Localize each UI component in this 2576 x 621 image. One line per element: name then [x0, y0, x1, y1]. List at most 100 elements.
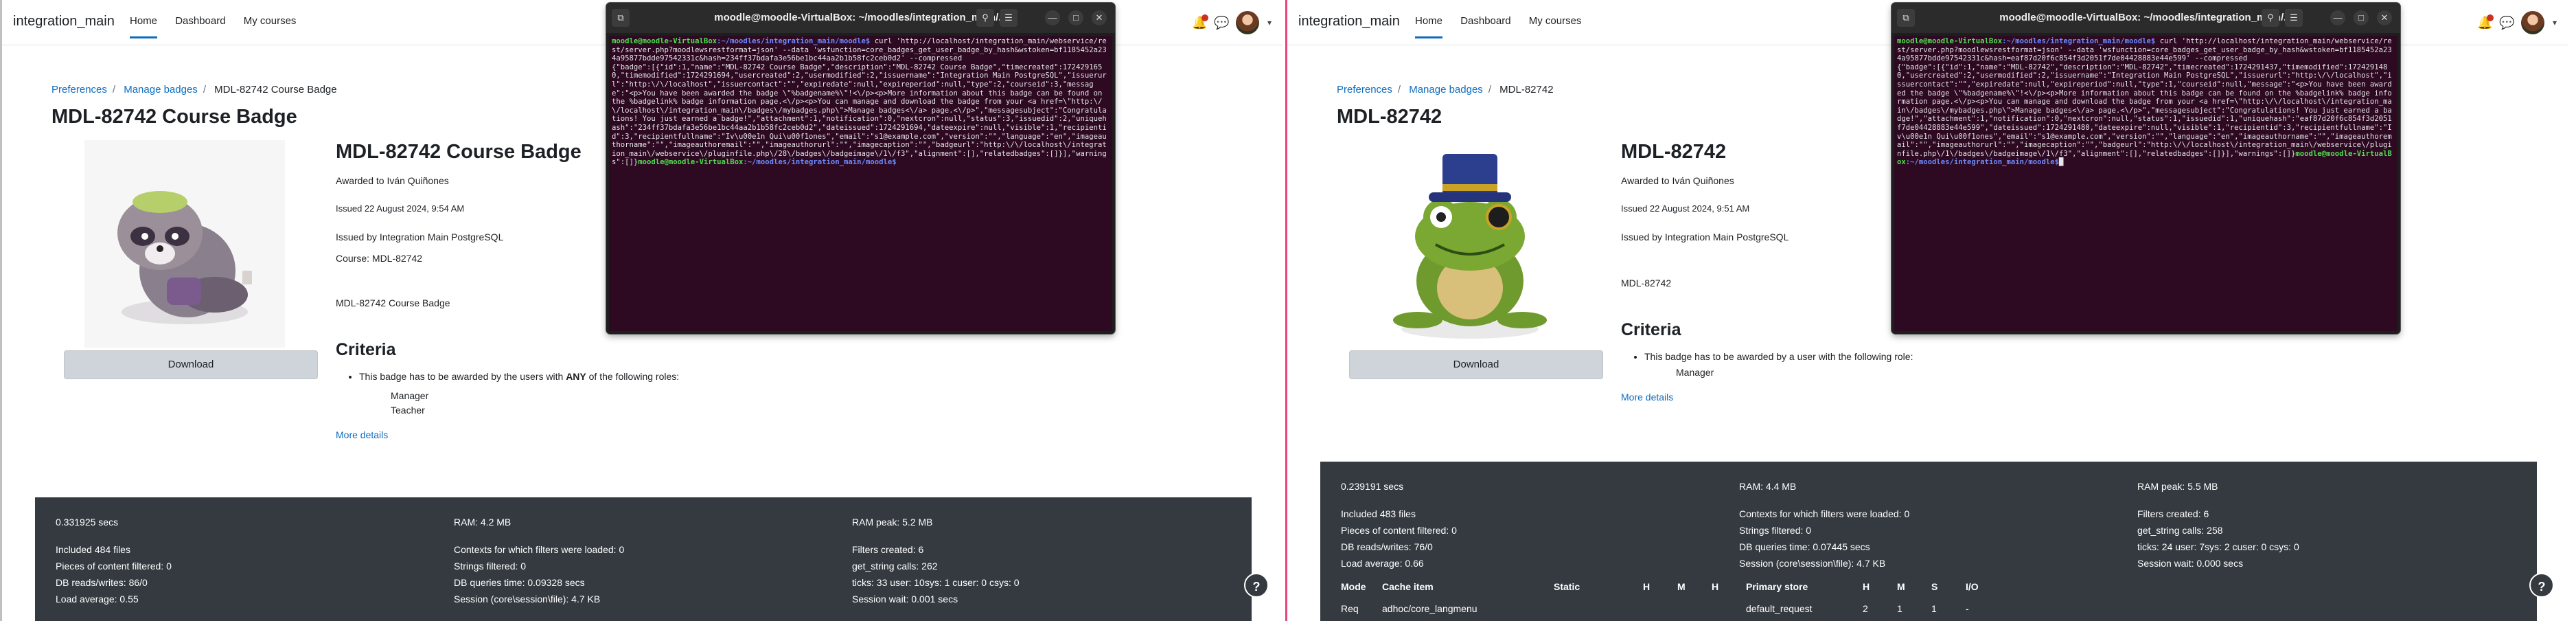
download-button[interactable]: Download [64, 350, 318, 379]
cache-table-header: Mode Cache item Static H M H Primary sto… [1320, 576, 2487, 598]
col-primary-store: Primary store [1746, 581, 1808, 592]
perf-filters-created: Filters created: 6 [852, 544, 924, 556]
terminal-path: :~/moodles/integration_main/moodle$ [2002, 37, 2156, 45]
notification-dot [2486, 14, 2494, 21]
terminal-output[interactable]: moodle@moodle-VirtualBox:~/moodles/integ… [1894, 36, 2397, 331]
criteria-text-end: of the following roles: [586, 370, 680, 382]
nav-dashboard[interactable]: Dashboard [175, 15, 225, 36]
col-h: H [1643, 581, 1651, 592]
criteria-list: This badge has to be awarded by the user… [359, 371, 679, 383]
col-m2: M [1897, 581, 1905, 592]
criteria-heading: Criteria [1621, 319, 1681, 339]
col-m: M [1677, 581, 1686, 592]
cell-h3: 2 [1863, 603, 1868, 614]
search-icon[interactable]: ⚲ [2262, 9, 2279, 27]
nav-home[interactable]: Home [130, 15, 158, 38]
terminal-path-2: :~/moodles/integration_main/moodle$ [1905, 158, 2059, 167]
breadcrumb-preferences[interactable]: Preferences [51, 84, 107, 95]
perf-session-wait: Session wait: 0.001 secs [852, 594, 958, 605]
criteria-text: This badge has to be awarded by the user… [359, 370, 566, 382]
perf-col-2: RAM: 4.4 MB Contexts for which filters w… [1739, 478, 1909, 572]
perf-get-string: get_string calls: 262 [852, 561, 938, 572]
search-icon[interactable]: ⚲ [976, 9, 994, 27]
cell-mode: Req [1341, 603, 1359, 614]
close-icon[interactable]: ✕ [1092, 10, 1107, 25]
perf-db: DB reads/writes: 76/0 [1341, 541, 1433, 553]
browser-window-right: integration_main Home Dashboard My cours… [1285, 0, 2568, 621]
new-tab-icon[interactable]: ⧉ [1897, 9, 1915, 27]
perf-col-3: RAM peak: 5.5 MB Filters created: 6 get_… [2137, 478, 2299, 572]
perf-session-wait: Session wait: 0.000 secs [2137, 558, 2244, 569]
more-details-link[interactable]: More details [336, 429, 679, 441]
perf-secs: 0.331925 secs [56, 517, 119, 528]
perf-ticks: ticks: 24 user: 7sys: 2 cuser: 0 csys: 0 [2137, 541, 2299, 553]
terminal-title: moodle@moodle-VirtualBox: ~/moodles/inte… [1999, 12, 2292, 23]
terminal-json-output: {"badge":[{"id":1,"name":"MDL-82742","de… [1897, 63, 2392, 158]
nav-my-courses[interactable]: My courses [244, 15, 297, 36]
badge-image-raccoon [84, 140, 285, 348]
perf-files: Included 483 files [1341, 508, 1416, 520]
cell-s: 1 [1931, 603, 1937, 614]
breadcrumb-manage-badges[interactable]: Manage badges [1409, 84, 1483, 95]
breadcrumb-separator: / [1397, 84, 1401, 95]
question-icon[interactable]: ? [1244, 573, 1269, 598]
terminal-titlebar: ⧉ moodle@moodle-VirtualBox: ~/moodles/in… [606, 3, 1115, 33]
breadcrumb-current: MDL-82742 [1499, 84, 1554, 95]
maximize-icon[interactable]: □ [2354, 10, 2369, 25]
chevron-down-icon[interactable]: ▾ [1267, 18, 1272, 27]
role-manager: Manager [1676, 366, 1714, 378]
cell-io: - [1966, 603, 1969, 614]
breadcrumb-manage-badges[interactable]: Manage badges [124, 84, 198, 95]
breadcrumb-separator: / [203, 84, 206, 95]
cache-table: Mode Cache item Static H M H Primary sto… [1320, 576, 2487, 620]
page-title: MDL-82742 [1337, 106, 1442, 128]
chat-icon[interactable]: 💬 [1214, 16, 1229, 30]
breadcrumb-separator: / [112, 84, 116, 95]
breadcrumb-separator: / [1488, 84, 1491, 95]
bell-icon[interactable]: 🔔 [1192, 14, 1208, 30]
avatar[interactable] [2520, 11, 2544, 34]
new-tab-icon[interactable]: ⧉ [612, 9, 630, 27]
perf-files: Included 484 files [56, 544, 130, 556]
role-teacher: Teacher [391, 404, 425, 416]
criteria-any: ANY [566, 370, 586, 382]
perf-col-1: 0.239191 secs Included 483 files Pieces … [1341, 478, 1457, 572]
bell-icon[interactable]: 🔔 [2477, 14, 2494, 30]
minimize-icon[interactable]: — [2330, 10, 2345, 25]
criteria-list: This badge has to be awarded by a user w… [1644, 351, 1913, 363]
close-icon[interactable]: ✕ [2377, 10, 2392, 25]
terminal-window-right: ⧉ moodle@moodle-VirtualBox: ~/moodles/in… [1891, 3, 2400, 334]
perf-db-time: DB queries time: 0.09328 secs [454, 577, 585, 589]
col-h3: H [1863, 581, 1870, 592]
hamburger-icon[interactable]: ☰ [2285, 9, 2303, 27]
browser-window-left: integration_main Home Dashboard My cours… [0, 0, 1283, 621]
question-icon[interactable]: ? [2529, 573, 2554, 598]
frog-illustration [1393, 154, 1547, 339]
col-h2: H [1712, 581, 1719, 592]
minimize-icon[interactable]: — [1045, 10, 1060, 25]
terminal-json-output: {"badge":[{"id":1,"name":"MDL-82742 Cour… [612, 63, 1107, 167]
badge-name: MDL-82742 [1621, 141, 1727, 163]
perf-load: Load average: 0.55 [56, 594, 139, 605]
avatar[interactable] [1235, 11, 1259, 34]
site-brand[interactable]: integration_main [1298, 14, 1400, 30]
primary-nav: Home Dashboard My courses [1415, 15, 1596, 38]
perf-session: Session (core\session\file): 4.7 KB [454, 594, 601, 605]
maximize-icon[interactable]: □ [1068, 10, 1083, 25]
breadcrumb-preferences[interactable]: Preferences [1337, 84, 1392, 95]
terminal-path-2: :~/moodles/integration_main/moodle$ [743, 158, 897, 167]
role-list: Manager [1676, 365, 1913, 379]
nav-dashboard[interactable]: Dashboard [1460, 15, 1510, 36]
download-button[interactable]: Download [1349, 350, 1603, 379]
site-brand[interactable]: integration_main [13, 14, 115, 30]
nav-my-courses[interactable]: My courses [1529, 15, 1582, 36]
hamburger-icon[interactable]: ☰ [1000, 9, 1017, 27]
more-details-link[interactable]: More details [1621, 392, 1913, 403]
criteria-item: This badge has to be awarded by a user w… [1644, 351, 1913, 363]
chevron-down-icon[interactable]: ▾ [2553, 18, 2557, 27]
nav-home[interactable]: Home [1415, 15, 1443, 38]
chat-icon[interactable]: 💬 [2499, 16, 2514, 30]
terminal-output[interactable]: moodle@moodle-VirtualBox:~/moodles/integ… [609, 36, 1112, 331]
terminal-prompt-2: moodle@moodle-VirtualBox [638, 158, 744, 167]
notification-dot [1201, 14, 1208, 21]
